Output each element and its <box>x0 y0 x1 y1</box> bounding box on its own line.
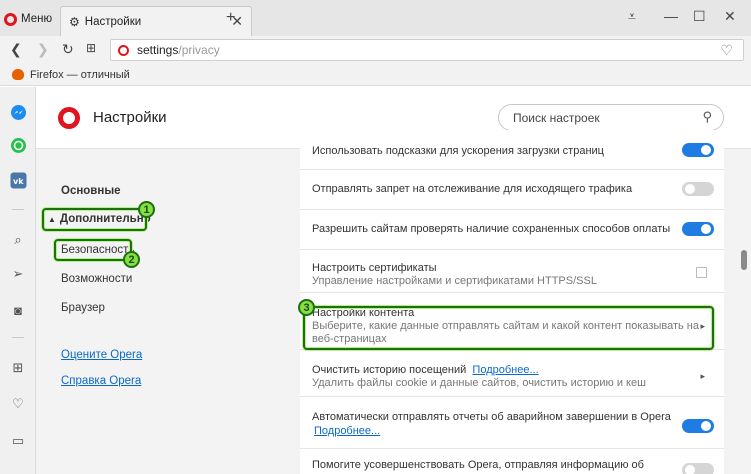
address-row: ❮ ❯ ↻ ⊞ settings/privacy ♡ <box>0 36 751 64</box>
back-button[interactable]: ❮ <box>10 41 22 58</box>
sidebar: vk ⌕ ➢ ◙ ⊞ ♡ ▭ <box>0 87 36 474</box>
setting-label: Использовать подсказки для ускорения заг… <box>312 145 604 157</box>
setting-label-text: Очистить историю посещений <box>312 364 467 376</box>
sidebar-divider <box>12 337 24 338</box>
chevron-right-icon: ▸ <box>700 371 705 381</box>
nav-browser[interactable]: Браузер <box>61 302 105 314</box>
settings-nav: Основные ▲ Дополнительно Безопасность Воз… <box>36 149 228 474</box>
nav-features[interactable]: Возможности <box>61 273 132 285</box>
setting-row-improve-opera: Помогите усовершенствовать Opera, отправ… <box>300 449 724 474</box>
annotation-badge-1: 1 <box>138 201 155 218</box>
external-link-icon <box>696 267 707 278</box>
scrollbar[interactable] <box>737 149 751 474</box>
sidebar-divider <box>12 209 24 210</box>
setting-label: Очистить историю посещений Подробнее... <box>312 364 539 376</box>
learn-more-link[interactable]: Подробнее... <box>314 425 380 437</box>
whatsapp-icon[interactable] <box>9 136 27 154</box>
help-opera-link[interactable]: Справка Opera <box>61 375 141 387</box>
annotation-badge-2: 2 <box>123 251 140 268</box>
setting-row-clear-history[interactable]: Очистить историю посещений Подробнее... … <box>300 350 724 397</box>
reload-button[interactable]: ↻ <box>62 41 74 58</box>
highlight-advanced <box>42 208 147 231</box>
sidebar-toggle-icon[interactable]: ▭ <box>9 432 27 450</box>
url-path: /privacy <box>178 43 220 57</box>
setting-row-prefetch: Использовать подсказки для ускорения заг… <box>300 130 724 170</box>
setting-row-crash-reports: Автоматически отправлять отчеты об авари… <box>300 397 724 449</box>
settings-search-input[interactable]: Поиск настроек ⚲ <box>498 104 724 131</box>
nav-basic[interactable]: Основные <box>61 185 121 197</box>
scrollbar-thumb[interactable] <box>741 250 747 270</box>
camera-icon[interactable]: ◙ <box>9 301 27 319</box>
search-icon[interactable]: ⌕ <box>9 231 27 249</box>
send-icon[interactable]: ➢ <box>9 265 27 283</box>
minimize-button[interactable]: — <box>664 8 678 24</box>
opera-logo-icon <box>58 107 80 129</box>
tab-title: Настройки <box>84 15 142 28</box>
setting-sublabel: Удалить файлы cookie и данные сайтов, оч… <box>312 377 646 389</box>
tab-settings[interactable]: ⚙ Настройки ✕ <box>60 6 252 36</box>
bookmark-item[interactable]: Firefox — отличный <box>30 69 130 81</box>
url-main: settings <box>137 43 179 57</box>
setting-label: Автоматически отправлять отчеты об авари… <box>312 411 671 423</box>
do-not-track-toggle[interactable] <box>682 182 714 196</box>
menu-label: Меню <box>21 13 53 25</box>
setting-sublabel: Управление настройками и сертификатами H… <box>312 275 597 287</box>
messenger-icon[interactable] <box>9 103 27 121</box>
svg-text:vk: vk <box>13 177 24 186</box>
address-bar[interactable]: settings/privacy ♡ <box>110 39 744 61</box>
vk-icon[interactable]: vk <box>9 171 27 189</box>
highlight-security <box>54 239 132 261</box>
tab-bar: Меню ⚙ Настройки ✕ + ⩡ — ☐ ✕ <box>0 0 751 36</box>
crash-reports-toggle[interactable] <box>682 419 714 433</box>
improve-opera-toggle[interactable] <box>682 463 714 474</box>
setting-row-payment: Разрешить сайтам проверять наличие сохра… <box>300 210 724 250</box>
grid-icon[interactable]: ⊞ <box>9 359 27 377</box>
rate-opera-link[interactable]: Оцените Opera <box>61 349 142 361</box>
setting-label: Помогите усовершенствовать Opera, отправ… <box>312 459 644 471</box>
forward-button[interactable]: ❯ <box>37 41 49 58</box>
opera-logo-icon <box>4 12 17 26</box>
settings-panel: Использовать подсказки для ускорения заг… <box>300 130 724 474</box>
search-icon: ⚲ <box>702 109 712 124</box>
setting-row-do-not-track: Отправлять запрет на отслеживание для ис… <box>300 170 724 210</box>
setting-label: Настроить сертификаты <box>312 262 437 274</box>
maximize-button[interactable]: ☐ <box>693 8 706 25</box>
bookmark-heart-icon[interactable]: ♡ <box>720 42 733 59</box>
tab-menu-icon[interactable]: ⩡ <box>628 8 636 25</box>
highlight-content-settings <box>303 306 714 350</box>
gear-icon: ⚙ <box>69 14 80 29</box>
setting-label: Разрешить сайтам проверять наличие сохра… <box>312 223 671 235</box>
heart-icon[interactable]: ♡ <box>9 395 27 413</box>
new-tab-button[interactable]: + <box>226 9 235 27</box>
tabs-grid-icon[interactable]: ⊞ <box>86 41 96 55</box>
search-placeholder: Поиск настроек <box>513 110 600 125</box>
setting-row-certificates[interactable]: Настроить сертификаты Управление настрой… <box>300 250 724 293</box>
firefox-icon <box>12 69 24 80</box>
setting-label: Отправлять запрет на отслеживание для ис… <box>312 183 633 195</box>
prefetch-toggle[interactable] <box>682 143 714 157</box>
payment-check-toggle[interactable] <box>682 222 714 236</box>
bookmarks-bar: Firefox — отличный <box>0 64 751 86</box>
opera-site-icon <box>118 44 129 56</box>
learn-more-link[interactable]: Подробнее... <box>472 364 538 376</box>
close-window-button[interactable]: ✕ <box>724 8 736 25</box>
page-title: Настройки <box>93 109 167 126</box>
opera-menu-button[interactable]: Меню <box>4 8 52 30</box>
annotation-badge-3: 3 <box>298 299 315 316</box>
